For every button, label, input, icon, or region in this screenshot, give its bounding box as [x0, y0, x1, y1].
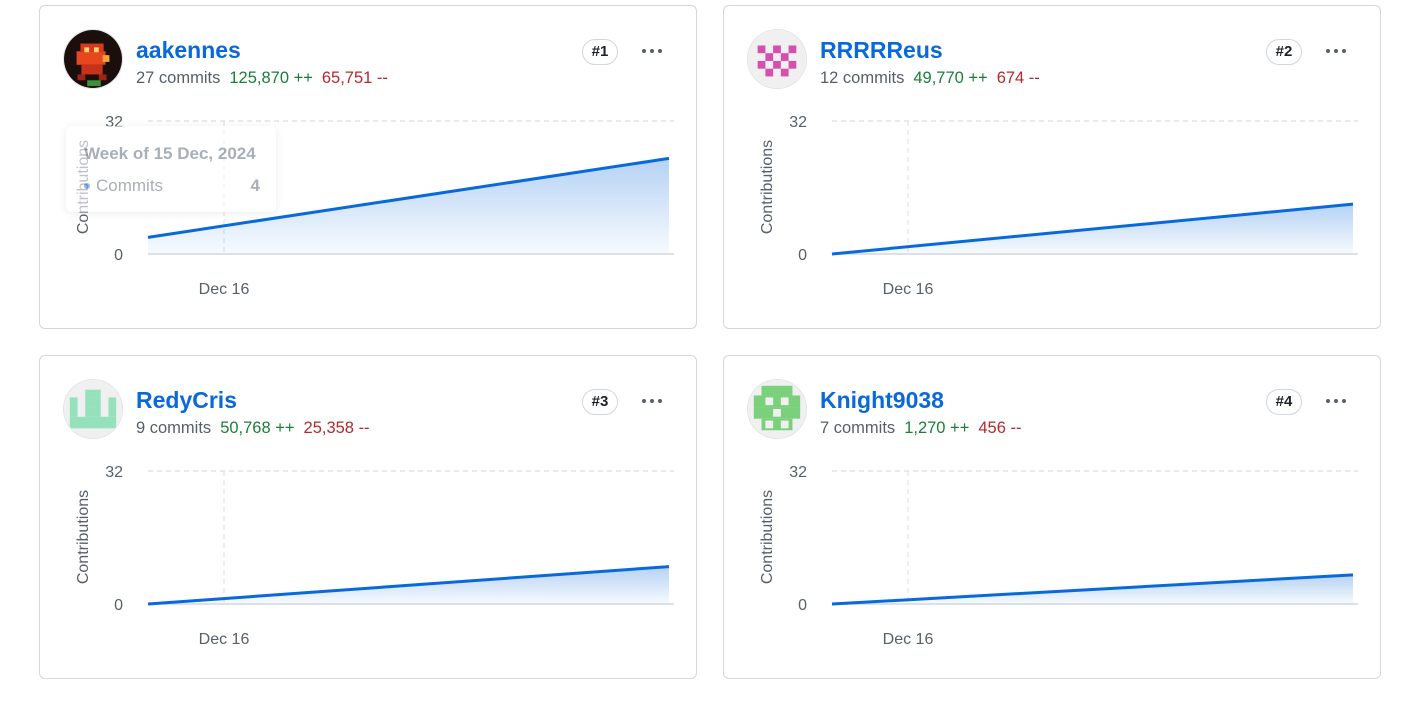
contributor-stats: 12 commits 49,770 ++ 674 -- — [820, 69, 1040, 88]
x-tick-label: Dec 16 — [199, 281, 250, 298]
chart-tooltip: Week of 15 Dec, 2024 Commits 4 — [66, 126, 276, 212]
contributor-card: RedyCris 9 commits 50,768 ++ 25,358 -- #3 … — [39, 355, 697, 679]
contributor-username-link[interactable]: RRRRReus — [820, 37, 943, 64]
more-options-kebab-icon[interactable] — [636, 391, 668, 411]
additions-count: 125,870 ++ — [229, 69, 313, 87]
contributor-card: RRRRReus 12 commits 49,770 ++ 674 -- #2 32… — [723, 5, 1381, 329]
commit-count-link[interactable]: 27 commits — [136, 69, 220, 87]
deletions-count: 456 -- — [978, 419, 1022, 437]
y-tick-label: 0 — [114, 597, 123, 614]
y-tick-label: 32 — [105, 464, 123, 481]
more-options-kebab-icon[interactable] — [1320, 391, 1352, 411]
contributor-username-link[interactable]: Knight9038 — [820, 387, 944, 414]
contributions-chart: 32 0 Dec 16 Contributions — [759, 464, 1358, 648]
y-tick-label: 0 — [798, 597, 807, 614]
commit-count-link[interactable]: 12 commits — [820, 69, 904, 87]
x-tick-label: Dec 16 — [883, 281, 934, 298]
contributions-chart: 32 0 Dec 16 Contributions — [759, 114, 1358, 298]
rank-badge: #1 — [582, 39, 618, 65]
deletions-count: 65,751 -- — [321, 69, 388, 87]
deletions-count: 25,358 -- — [303, 419, 370, 437]
y-tick-label: 0 — [114, 247, 123, 264]
pink-identicon-avatar-icon[interactable] — [747, 29, 807, 89]
contributor-username-link[interactable]: RedyCris — [136, 387, 237, 414]
y-tick-label: 32 — [789, 464, 807, 481]
pixel-character-avatar-icon[interactable] — [63, 29, 123, 89]
contributor-username-link[interactable]: aakennes — [136, 37, 241, 64]
y-tick-label: 0 — [798, 247, 807, 264]
more-options-kebab-icon[interactable] — [636, 41, 668, 61]
rank-badge: #4 — [1266, 389, 1302, 415]
contributions-chart: 32 0 Dec 16 Contributions — [75, 464, 674, 648]
tooltip-value: 4 — [250, 176, 260, 195]
commit-count-link[interactable]: 9 commits — [136, 419, 211, 437]
series-dot-icon — [84, 183, 90, 189]
rank-badge: #2 — [1266, 39, 1302, 65]
y-axis-label: Contributions — [759, 490, 776, 584]
y-tick-label: 32 — [789, 114, 807, 131]
rank-badge: #3 — [582, 389, 618, 415]
tooltip-label: Commits — [96, 176, 164, 195]
additions-count: 1,270 ++ — [904, 419, 970, 437]
green-identicon-avatar-icon[interactable] — [747, 379, 807, 439]
contributor-card: Knight9038 7 commits 1,270 ++ 456 -- #4 32… — [723, 355, 1381, 679]
contributor-stats: 27 commits 125,870 ++ 65,751 -- — [136, 69, 388, 88]
y-axis-label: Contributions — [759, 140, 776, 234]
additions-count: 50,768 ++ — [220, 419, 295, 437]
more-options-kebab-icon[interactable] — [1320, 41, 1352, 61]
x-tick-label: Dec 16 — [199, 631, 250, 648]
contributor-stats: 9 commits 50,768 ++ 25,358 -- — [136, 419, 370, 438]
contributor-card: aakennes 27 commits 125,870 ++ 65,751 -- #… — [39, 5, 697, 329]
commit-count-link[interactable]: 7 commits — [820, 419, 895, 437]
y-axis-label: Contributions — [75, 490, 92, 584]
contributor-stats: 7 commits 1,270 ++ 456 -- — [820, 419, 1021, 438]
mint-identicon-avatar-icon[interactable] — [63, 379, 123, 439]
deletions-count: 674 -- — [996, 69, 1040, 87]
additions-count: 49,770 ++ — [913, 69, 988, 87]
tooltip-title: Week of 15 Dec, 2024 — [84, 144, 256, 163]
x-tick-label: Dec 16 — [883, 631, 934, 648]
